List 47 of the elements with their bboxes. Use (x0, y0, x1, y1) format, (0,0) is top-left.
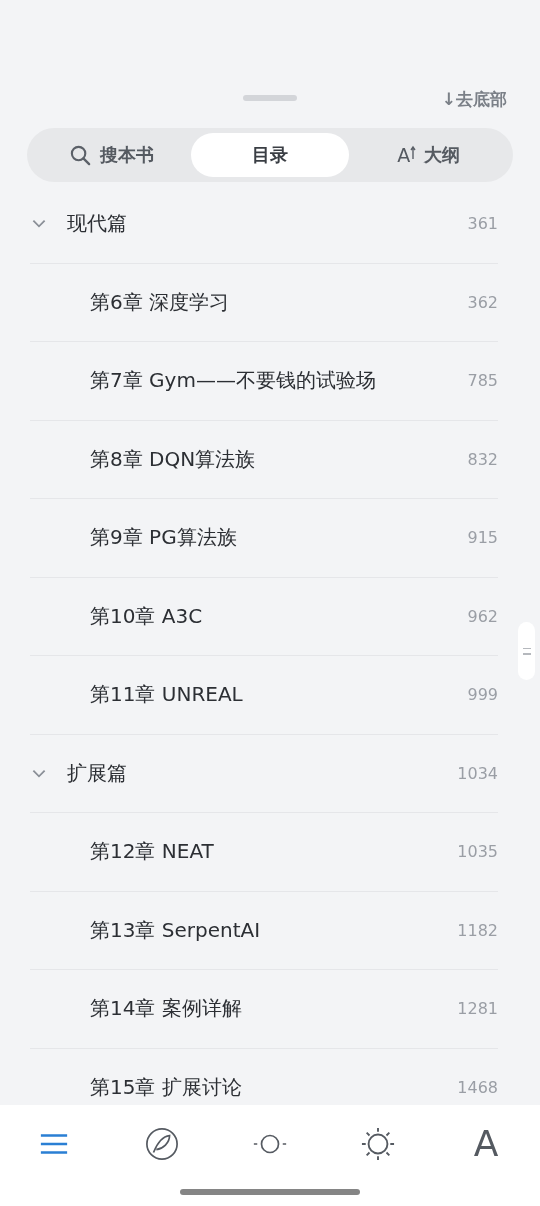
jump-to-bottom-link[interactable]: ↓去底部 (441, 87, 507, 111)
toc-item[interactable]: 第14章 案例详解 1281 (30, 970, 498, 1049)
toc-item[interactable]: 第12章 NEAT 1035 (30, 813, 498, 892)
page-number: 915 (467, 528, 498, 548)
search-icon (68, 143, 92, 167)
chapter-title: 第7章 Gym——不要钱的试验场 (90, 367, 377, 395)
chapter-title: 第11章 UNREAL (90, 681, 244, 709)
toc-item[interactable]: 第8章 DQN算法族 832 (30, 420, 498, 499)
page-number: 1182 (457, 920, 498, 940)
page-number: 362 (467, 292, 498, 312)
page-number: 999 (467, 685, 498, 705)
page-number: 1281 (457, 999, 498, 1019)
chapter-title: 第15章 扩展讨论 (90, 1073, 243, 1101)
page-number: 1468 (457, 1077, 498, 1097)
chapter-title: 第13章 SerpentAI (90, 916, 262, 944)
section-title: 扩展篇 (67, 759, 128, 787)
page-number: 962 (467, 606, 498, 626)
toc-item[interactable]: 第10章 A3C 962 (30, 577, 498, 656)
toc-item[interactable]: 第6章 深度学习 362 (30, 263, 498, 342)
toc-item[interactable]: 第11章 UNREAL 999 (30, 656, 498, 735)
tab[interactable]: 目录 (190, 133, 350, 177)
toc-item[interactable]: 第13章 SerpentAI 1182 (30, 891, 498, 970)
chevron-icon (32, 768, 46, 778)
chapter-title: 第6章 深度学习 (90, 288, 231, 316)
drag-handle[interactable] (243, 95, 297, 101)
page-number: 1035 (457, 842, 498, 862)
scroll-thumb[interactable] (518, 622, 535, 680)
chevron-icon (32, 219, 46, 229)
chapter-title: 第8章 DQN算法族 (90, 445, 257, 473)
page-number: 361 (467, 214, 498, 234)
compass-icon[interactable] (145, 1127, 179, 1161)
page-number: 832 (467, 449, 498, 469)
toc-item[interactable]: 第7章 Gym——不要钱的试验场 785 (30, 342, 498, 421)
toc-section[interactable]: 现代篇 361 (30, 200, 498, 264)
chapter-title: 第12章 NEAT (90, 838, 215, 866)
toc-section[interactable]: 扩展篇 1034 (30, 734, 498, 813)
toc-item[interactable]: 第9章 PG算法族 915 (30, 499, 498, 578)
brightness-icon[interactable] (361, 1127, 395, 1161)
font-size-button[interactable]: A (473, 1126, 499, 1162)
chapter-title: 第14章 案例详解 (90, 995, 243, 1023)
page-number: 1034 (457, 763, 498, 783)
chapter-title: 第10章 A3C (90, 602, 204, 630)
tab[interactable]: 搜本书 (32, 133, 191, 177)
page-number: 785 (467, 371, 498, 391)
tab[interactable]: A 大纲 (349, 133, 508, 177)
section-title: 现代篇 (67, 210, 128, 238)
chapter-title: 第9章 PG算法族 (90, 524, 238, 552)
